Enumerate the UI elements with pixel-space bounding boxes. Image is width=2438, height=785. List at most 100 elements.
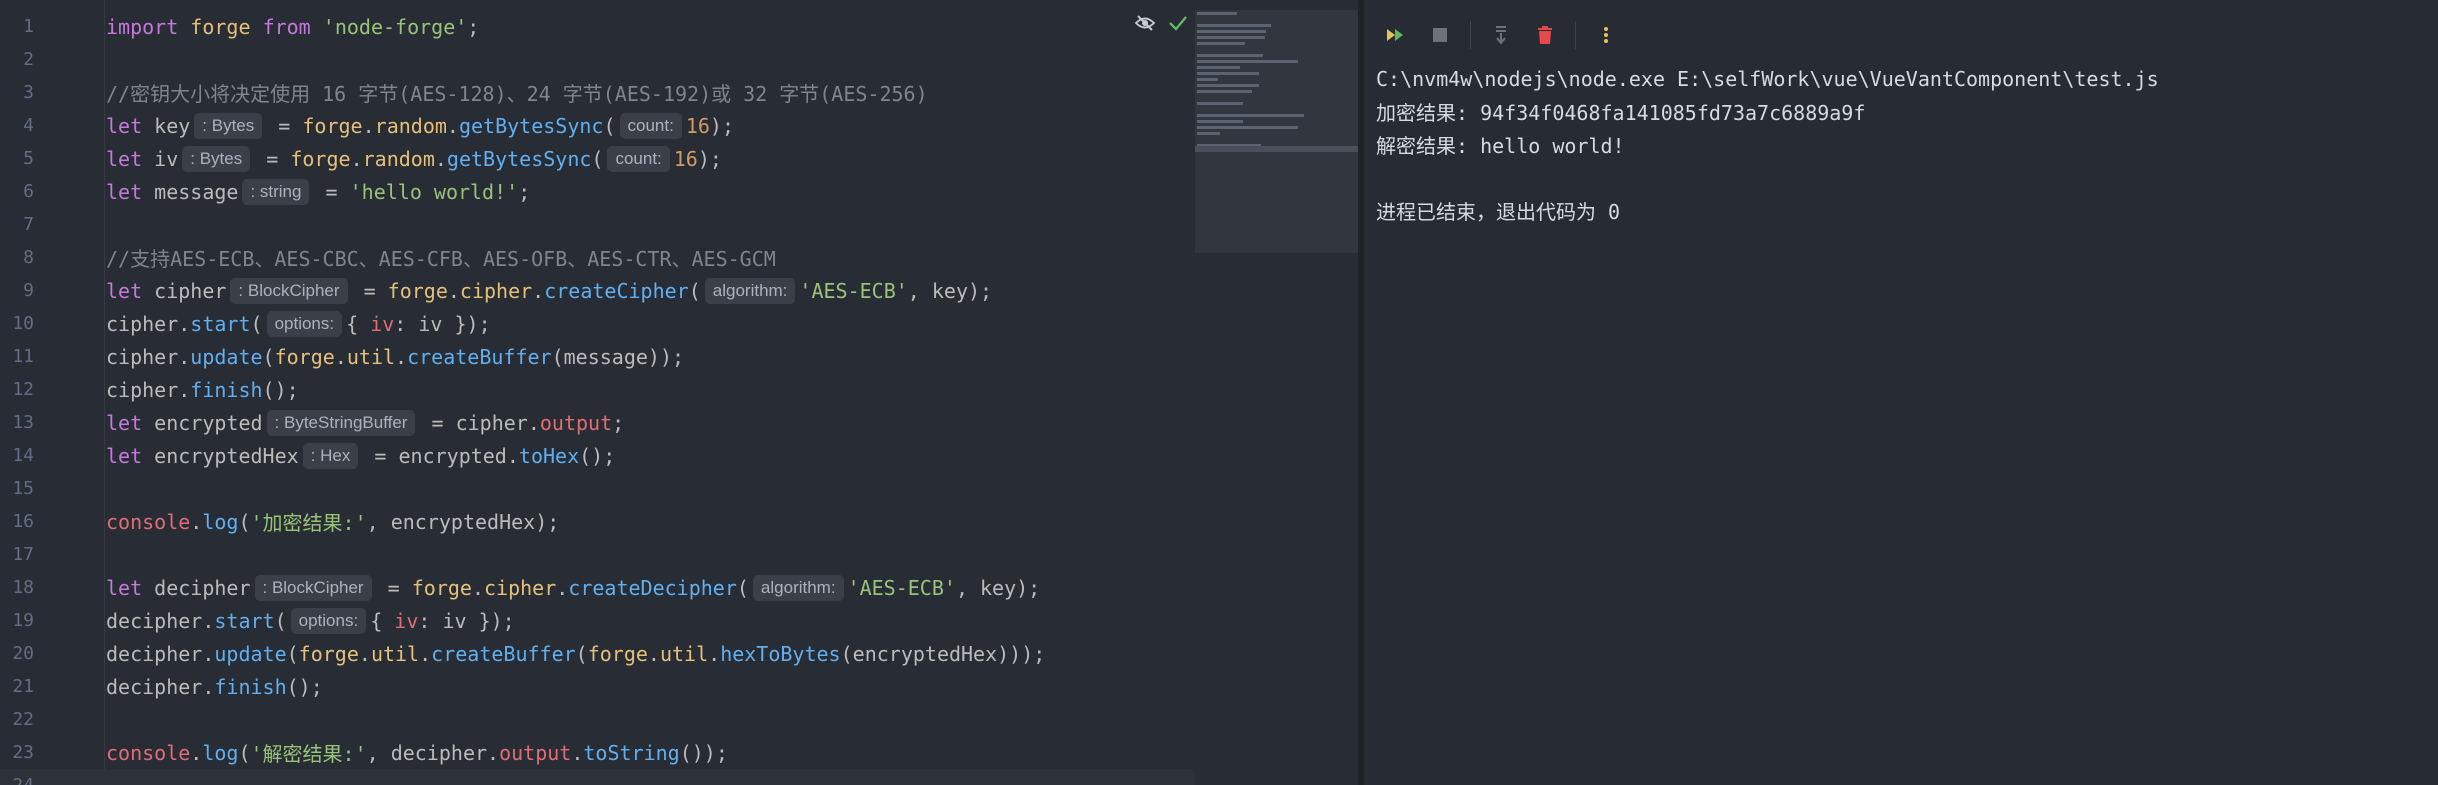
- code-token: .: [350, 146, 363, 171]
- code-text[interactable]: decipher. start(options:{ iv: iv });: [106, 607, 515, 634]
- code-line[interactable]: 3 //密钥大小将决定使用 16 字节(AES-128)、24 字节(AES-19…: [0, 76, 1195, 109]
- code-line[interactable]: 20 decipher. update(forge. util. createBuffe…: [0, 637, 1195, 670]
- code-token: encryptedHex: [142, 443, 299, 468]
- code-line[interactable]: 12 cipher. finish ();: [0, 373, 1195, 406]
- more-button[interactable]: [1592, 21, 1620, 49]
- line-number: 22: [12, 709, 34, 730]
- code-editor[interactable]: 1 import forge from 'node-forge'; 2 3 //密钥大小…: [0, 0, 1358, 785]
- code-token: .: [556, 575, 569, 600]
- code-text[interactable]: let key: Bytes = forge. random. getBytesSy…: [106, 112, 734, 139]
- code-text[interactable]: cipher. finish ();: [106, 378, 299, 402]
- code-line[interactable]: 18 let decipher: BlockCipher = forge. ciph…: [0, 571, 1195, 604]
- code-text[interactable]: let cipher: BlockCipher = forge. cipher. c…: [106, 277, 992, 304]
- line-number: 3: [23, 82, 34, 103]
- code-text[interactable]: let encrypted: ByteStringBuffer = cipher…: [106, 409, 625, 436]
- line-number: 10: [12, 313, 34, 334]
- code-token: //支持AES-ECB、AES-CBC、AES-CFB、AES-OFB、AES-…: [106, 247, 776, 271]
- code-token: //密钥大小将决定使用 16 字节(AES-128)、24 字节(AES-192…: [106, 82, 928, 106]
- code-token: from: [262, 14, 311, 39]
- code-text[interactable]: let message: string = 'hello world!';: [106, 178, 530, 205]
- code-line[interactable]: 13 let encrypted: ByteStringBuffer = ciph…: [0, 406, 1195, 439]
- console-toolbar: [1382, 18, 1620, 52]
- scroll-to-end-button[interactable]: [1487, 21, 1515, 49]
- code-text[interactable]: decipher. update(forge. util. createBuffer(…: [106, 642, 1045, 666]
- code-text[interactable]: console. log('加密结果:', encryptedHex);: [106, 507, 559, 536]
- check-icon: [1169, 16, 1187, 31]
- clear-button[interactable]: [1531, 21, 1559, 49]
- code-token: .: [358, 641, 371, 666]
- code-token: finish: [190, 377, 263, 402]
- code-line[interactable]: 11 cipher. update(forge. util. createBuffer(…: [0, 340, 1195, 373]
- code-line[interactable]: 8 //支持AES-ECB、AES-CBC、AES-CFB、AES-OFB、AES…: [0, 241, 1195, 274]
- code-token: update: [190, 344, 263, 369]
- code-text[interactable]: //密钥大小将决定使用 16 字节(AES-128)、24 字节(AES-192…: [106, 78, 928, 107]
- code-line[interactable]: 17: [0, 538, 1195, 571]
- code-line[interactable]: 24: [0, 769, 1195, 785]
- code-line[interactable]: 23 console. log('解密结果:', decipher. output. t…: [0, 736, 1195, 769]
- code-text[interactable]: cipher. update(forge. util. createBuffer (me…: [106, 345, 684, 369]
- code-token: (: [262, 344, 275, 369]
- code-token: .: [395, 344, 408, 369]
- editor-status-bar: [1134, 14, 1188, 32]
- code-line[interactable]: 14 let encryptedHex: Hex = encrypted. toHe…: [0, 439, 1195, 472]
- code-text[interactable]: //支持AES-ECB、AES-CBC、AES-CFB、AES-OFB、AES-…: [106, 243, 776, 272]
- minimap-line: [1197, 90, 1252, 93]
- code-token: .: [190, 509, 203, 534]
- code-token: forge: [387, 278, 448, 303]
- code-token: hexToBytes: [720, 641, 841, 666]
- code-text[interactable]: let decipher: BlockCipher = forge. cipher…: [106, 574, 1040, 601]
- code-line[interactable]: 4 let key: Bytes = forge. random. getBytesS…: [0, 109, 1195, 142]
- eye-off-icon[interactable]: [1134, 14, 1156, 32]
- code-token: ;: [467, 14, 480, 39]
- code-minimap[interactable]: [1195, 10, 1358, 253]
- code-token: {: [370, 608, 395, 633]
- code-text[interactable]: decipher. finish ();: [106, 675, 323, 699]
- code-token: ());: [679, 740, 728, 765]
- code-token: cipher: [484, 575, 557, 600]
- code-token: finish: [214, 674, 287, 699]
- code-token: start: [214, 608, 275, 633]
- line-number: 11: [12, 346, 34, 367]
- rerun-button[interactable]: [1382, 21, 1410, 49]
- code-token: message: [142, 179, 239, 204]
- code-text[interactable]: console. log('解密结果:', decipher. output. toS…: [106, 738, 728, 767]
- code-line[interactable]: 16 console. log('加密结果:', encryptedHex);: [0, 505, 1195, 538]
- code-line[interactable]: 21 decipher. finish ();: [0, 670, 1195, 703]
- code-line[interactable]: 15: [0, 472, 1195, 505]
- code-line[interactable]: 6 let message: string = 'hello world!';: [0, 175, 1195, 208]
- scroll-to-end-icon: [1496, 26, 1506, 45]
- code-token: ();: [262, 377, 299, 402]
- minimap-line: [1197, 78, 1218, 81]
- code-token: let: [106, 113, 143, 138]
- stop-button[interactable]: [1426, 21, 1454, 49]
- code-line[interactable]: 2: [0, 43, 1195, 76]
- code-line[interactable]: 5 let iv: Bytes = forge. random. getBytesSy…: [0, 142, 1195, 175]
- minimap-line: [1197, 132, 1221, 135]
- inlay-hint: options:: [290, 607, 367, 634]
- code-line[interactable]: 7: [0, 208, 1195, 241]
- code-line[interactable]: 9 let cipher: BlockCipher = forge. cipher.…: [0, 274, 1195, 307]
- code-token: =: [375, 575, 412, 600]
- code-text[interactable]: let iv: Bytes = forge. random. getBytesSyn…: [106, 145, 722, 172]
- minimap-viewport[interactable]: [1195, 146, 1358, 152]
- line-number: 24: [0, 775, 34, 785]
- inlay-hint: algorithm:: [704, 277, 796, 304]
- code-line[interactable]: 19 decipher. start(options:{ iv: iv });: [0, 604, 1195, 637]
- code-line[interactable]: 10 cipher. start(options:{ iv: iv });: [0, 307, 1195, 340]
- inlay-hint: : Hex: [302, 442, 359, 469]
- code-token: =: [313, 179, 350, 204]
- line-number: 5: [23, 148, 34, 169]
- code-token: createCipher: [544, 278, 689, 303]
- code-token: , encryptedHex);: [366, 509, 560, 534]
- code-text[interactable]: cipher. start(options:{ iv: iv });: [106, 310, 491, 337]
- console-line: 进程已结束，退出代码为 0: [1376, 200, 1621, 224]
- line-number: 16: [12, 511, 34, 532]
- code-token: .: [334, 344, 347, 369]
- code-token: cipher: [142, 278, 227, 303]
- code-token: ;: [612, 410, 625, 435]
- code-text[interactable]: import forge from 'node-forge';: [106, 15, 479, 39]
- code-line[interactable]: 1 import forge from 'node-forge';: [0, 10, 1195, 43]
- code-token: encrypted: [142, 410, 263, 435]
- code-line[interactable]: 22: [0, 703, 1195, 736]
- code-text[interactable]: let encryptedHex: Hex = encrypted. toHex(…: [106, 442, 615, 469]
